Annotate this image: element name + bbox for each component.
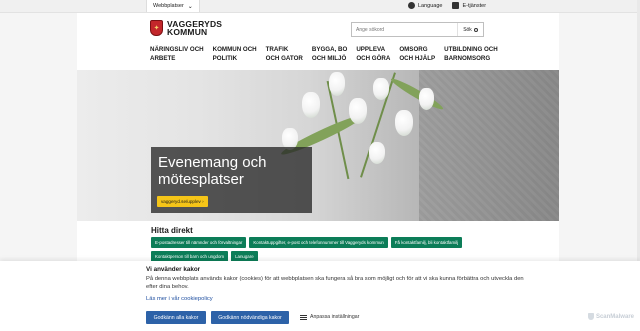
site-select[interactable]: Webbplatser ⌄: [146, 0, 200, 12]
nav-item-uppleva[interactable]: UPPLEVA OCH GÖRA: [356, 45, 390, 63]
main-nav: NÄRINGSLIV OCH ARBETE KOMMUN OCH POLITIK T…: [150, 45, 507, 63]
search-button-label: Sök: [463, 26, 472, 33]
quick-link[interactable]: Få kontaktfamilj, bli kontaktfamilj: [390, 237, 463, 248]
logo-line-2: KOMMUN: [167, 27, 208, 37]
quick-link[interactable]: E-postadresser till nämnder och förvaltn…: [151, 237, 247, 248]
shield-icon: [587, 313, 594, 320]
cookie-policy-link[interactable]: Läs mer i vår cookiepolicy: [146, 296, 213, 302]
search-button[interactable]: Sök: [457, 23, 483, 36]
sliders-icon: [300, 314, 307, 320]
adjust-settings-button[interactable]: Anpassa inställningar: [300, 314, 359, 320]
cookie-banner: Vi använder kakor På denna webbplats anv…: [0, 261, 640, 331]
adjust-settings-label: Anpassa inställningar: [310, 314, 360, 320]
hero-title: Evenemang och mötesplatser: [158, 154, 267, 188]
nav-item-bygga[interactable]: BYGGA, BO OCH MILJÖ: [312, 45, 347, 63]
find-direct-heading: Hitta direkt: [151, 226, 193, 235]
search-icon: [473, 27, 478, 32]
globe-icon: [408, 2, 415, 9]
hero-flower: [419, 88, 434, 110]
quick-link[interactable]: Kontaktuppgifter, e-post och telefonnumm…: [249, 237, 388, 248]
top-bar: Webbplatser ⌄ Language E-tjänster: [0, 0, 640, 13]
language-link[interactable]: Language: [408, 2, 442, 9]
search-input[interactable]: [352, 23, 457, 36]
cookie-text: På denna webbplats används kakor (cookie…: [146, 276, 524, 290]
hero-cloth: [419, 70, 559, 221]
accept-all-button[interactable]: Godkänn alla kakor: [146, 311, 206, 324]
hero-flower: [349, 98, 367, 124]
hero-flower: [373, 78, 389, 100]
nav-item-kommun[interactable]: KOMMUN OCH POLITIK: [213, 45, 257, 63]
document-icon: [452, 2, 460, 9]
accept-necessary-button[interactable]: Godkänn nödvändiga kakor: [211, 311, 289, 324]
hero-flower: [369, 142, 385, 164]
site-logo[interactable]: ✦ VAGGERYDS KOMMUN: [150, 20, 222, 36]
eservices-label: E-tjänster: [462, 2, 487, 9]
find-direct-section: Hitta direkt E-postadresser till nämnder…: [77, 221, 559, 262]
hero-flower: [302, 92, 320, 118]
hero-flower: [395, 110, 413, 136]
site-header: ✦ VAGGERYDS KOMMUN Sök NÄRINGSLIV OCHARB…: [77, 13, 559, 70]
scanmalware-watermark: ScanMalware: [587, 313, 634, 320]
nav-item-naringsliv[interactable]: NÄRINGSLIV OCH ARBETE: [150, 45, 204, 63]
hero-banner: Evenemang och mötesplatser vaggeryd.se/u…: [77, 70, 559, 221]
cookie-heading: Vi använder kakor: [146, 266, 201, 273]
eservices-link[interactable]: E-tjänster: [452, 2, 486, 9]
crest-icon: ✦: [150, 20, 163, 36]
nav-item-utbildning[interactable]: UTBILDNING OCH BARNOMSORG: [444, 45, 498, 63]
hero-caption: Evenemang och mötesplatser vaggeryd.se/u…: [151, 147, 312, 213]
hero-link-button[interactable]: vaggeryd.se/upplev ›: [157, 196, 208, 207]
quick-links: E-postadresser till nämnder och förvaltn…: [151, 237, 491, 262]
nav-item-omsorg[interactable]: OMSORG OCH HJÄLP: [399, 45, 435, 63]
chevron-down-icon: ⌄: [187, 3, 193, 10]
language-label: Language: [418, 2, 443, 9]
search-bar: Sök: [351, 22, 484, 37]
hero-flower: [329, 72, 345, 96]
top-links: Language E-tjänster: [408, 2, 486, 9]
site-select-label: Webbplatser: [153, 3, 184, 9]
nav-item-trafik[interactable]: TRAFIK OCH GATOR: [266, 45, 303, 63]
